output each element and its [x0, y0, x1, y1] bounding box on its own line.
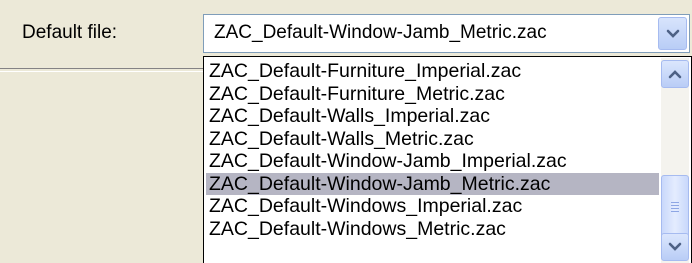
dropdown-option[interactable]: ZAC_Default-Windows_Metric.zac [206, 218, 659, 241]
dropdown-options: ZAC_Default-Furniture_Imperial.zac ZAC_De… [206, 60, 659, 240]
default-file-label: Default file: [22, 22, 118, 43]
dropdown-option[interactable]: ZAC_Default-Furniture_Metric.zac [206, 83, 659, 106]
grip-icon [671, 202, 679, 212]
scrollbar-thumb[interactable] [661, 175, 689, 239]
default-file-combobox[interactable]: ZAC_Default-Window-Jamb_Metric.zac [203, 14, 690, 53]
combo-selected-value: ZAC_Default-Window-Jamb_Metric.zac [214, 22, 547, 43]
chevron-up-icon [668, 69, 682, 79]
dropdown-list[interactable]: ZAC_Default-Furniture_Imperial.zac ZAC_De… [203, 56, 692, 263]
scroll-up-button[interactable] [661, 60, 689, 88]
dropdown-option[interactable]: ZAC_Default-Walls_Imperial.zac [206, 105, 659, 128]
dropdown-option[interactable]: ZAC_Default-Window-Jamb_Metric.zac [206, 172, 659, 195]
chevron-down-icon [668, 242, 682, 252]
dropdown-option[interactable]: ZAC_Default-Walls_Metric.zac [206, 128, 659, 151]
scroll-down-button[interactable] [661, 233, 689, 261]
dropdown-option[interactable]: ZAC_Default-Window-Jamb_Imperial.zac [206, 150, 659, 173]
separator-line [0, 68, 205, 72]
dropdown-option[interactable]: ZAC_Default-Furniture_Imperial.zac [206, 60, 659, 83]
vertical-scrollbar[interactable] [661, 58, 689, 263]
chevron-down-icon [666, 29, 680, 39]
dropdown-option[interactable]: ZAC_Default-Windows_Imperial.zac [206, 195, 659, 218]
combo-dropdown-button[interactable] [658, 17, 687, 50]
